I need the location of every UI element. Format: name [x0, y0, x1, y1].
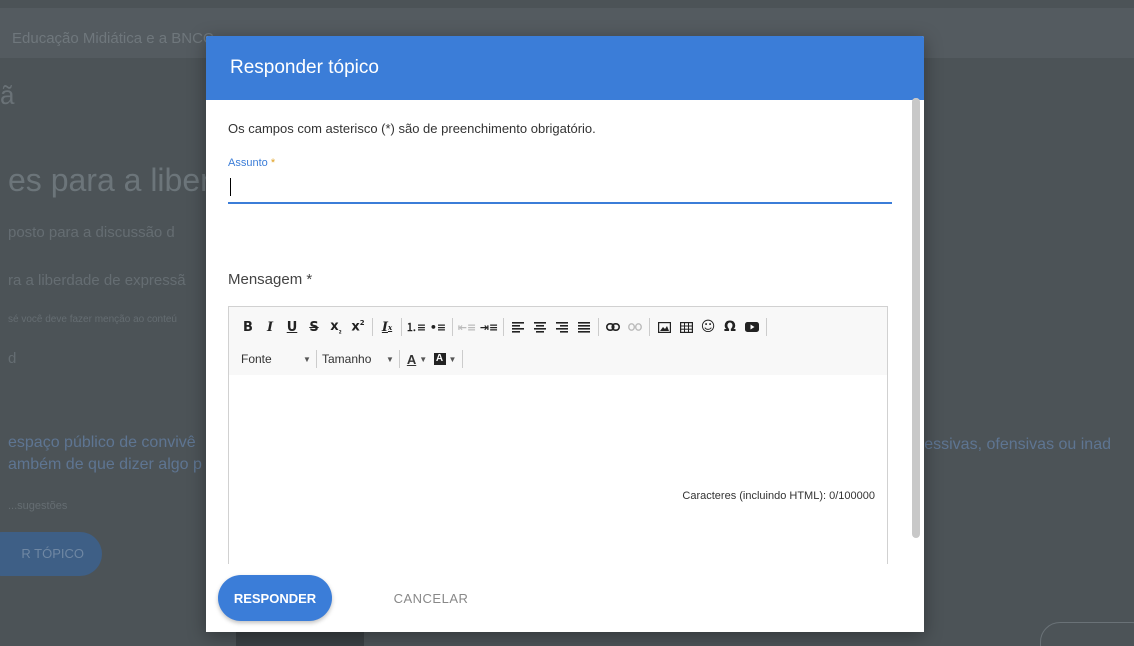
underline-icon[interactable]: U [281, 316, 303, 338]
toolbar-row-formatting: B I U S x₂ x2 Ix ⒈≡ •≡ ⇤≡ ⇥≡ ☺ Ω [237, 315, 770, 339]
text-caret [230, 178, 231, 196]
subject-label: Assunto * [228, 157, 275, 169]
subject-input[interactable] [228, 172, 892, 204]
text-color-glyph: A [406, 351, 417, 367]
cancel-button[interactable]: CANCELAR [386, 575, 476, 621]
background-text-line: espaço público de convivê [8, 434, 196, 451]
chevron-down-icon: ▼ [386, 354, 394, 364]
toolbar-separator [401, 318, 402, 336]
background-right-text: gressivas, ofensivas ou inad [910, 436, 1111, 453]
background-text-line: ra a liberdade de expressã [8, 272, 186, 289]
chevron-down-icon: ▼ [303, 354, 311, 364]
modal-title: Responder tópico [230, 57, 379, 78]
editor-toolbar: B I U S x₂ x2 Ix ⒈≡ •≡ ⇤≡ ⇥≡ ☺ Ω Fonte ▼… [229, 307, 887, 376]
background-text-line: sé você deve fazer menção ao conteú [8, 314, 177, 325]
toolbar-separator [452, 318, 453, 336]
superscript-icon[interactable]: x2 [347, 316, 369, 338]
toolbar-separator [503, 318, 504, 336]
character-count: Caracteres (incluindo HTML): 0/100000 [682, 490, 875, 502]
background-text-line: ...sugestões [8, 500, 68, 512]
toolbar-separator [649, 318, 650, 336]
background-text-line: ambém de que dizer algo p [8, 456, 202, 473]
modal-header: Responder tópico [206, 36, 924, 100]
rich-text-editor: B I U S x₂ x2 Ix ⒈≡ •≡ ⇤≡ ⇥≡ ☺ Ω Fonte ▼… [228, 306, 888, 564]
modal-footer: RESPONDER CANCELAR [206, 564, 924, 632]
size-combo-label: Tamanho [322, 352, 372, 366]
align-left-icon[interactable] [507, 316, 529, 338]
background-color-glyph: A [433, 353, 446, 365]
justify-icon[interactable] [573, 316, 595, 338]
outdent-icon[interactable]: ⇤≡ [456, 316, 478, 338]
message-editor-area[interactable] [229, 375, 887, 564]
size-combo[interactable]: Tamanho ▼ [320, 348, 396, 370]
subscript-icon[interactable]: x₂ [325, 316, 347, 338]
image-icon[interactable] [653, 316, 675, 338]
align-right-icon[interactable] [551, 316, 573, 338]
smiley-icon[interactable]: ☺ [697, 316, 719, 338]
align-center-icon[interactable] [529, 316, 551, 338]
toolbar-separator [399, 350, 400, 368]
unlink-icon[interactable] [624, 316, 646, 338]
link-icon[interactable] [602, 316, 624, 338]
toolbar-row-styles: Fonte ▼ Tamanho ▼ A ▼ A ▼ [237, 347, 466, 371]
required-asterisk: * [270, 157, 276, 169]
toolbar-separator [316, 350, 317, 368]
strikethrough-icon[interactable]: S [303, 316, 325, 338]
background-text-line: posto para a discussão d [8, 224, 175, 241]
numbered-list-icon[interactable]: ⒈≡ [405, 316, 427, 338]
background-text-line: d [8, 350, 17, 367]
reply-button[interactable]: RESPONDER [218, 575, 332, 621]
italic-icon[interactable]: I [259, 316, 281, 338]
reply-topic-modal: Responder tópico Os campos com asterisco… [206, 36, 924, 632]
remove-format-icon[interactable]: Ix [376, 316, 398, 338]
table-icon[interactable] [675, 316, 697, 338]
chevron-down-icon: ▼ [448, 354, 457, 364]
subject-label-text: Assunto [228, 157, 268, 169]
scrollbar-thumb[interactable] [912, 98, 920, 538]
background-fragment: ã [0, 80, 15, 110]
special-char-icon[interactable]: Ω [719, 316, 741, 338]
background-color-icon[interactable]: A ▼ [431, 348, 459, 370]
modal-body: Os campos com asterisco (*) são de preen… [206, 100, 924, 564]
chevron-down-icon: ▼ [419, 354, 428, 364]
toolbar-separator [766, 318, 767, 336]
toolbar-separator [462, 350, 463, 368]
font-combo[interactable]: Fonte ▼ [237, 348, 313, 370]
modal-scrollbar[interactable] [912, 98, 920, 538]
text-color-icon[interactable]: A ▼ [403, 348, 431, 370]
message-label: Mensagem * [228, 271, 313, 288]
background-breadcrumb: Educação Midiática e a BNCC [12, 30, 214, 47]
toolbar-separator [372, 318, 373, 336]
background-pill-button [1040, 622, 1134, 646]
bold-icon[interactable]: B [237, 316, 259, 338]
video-icon[interactable] [741, 316, 763, 338]
indent-icon[interactable]: ⇥≡ [478, 316, 500, 338]
font-combo-label: Fonte [241, 352, 272, 366]
toolbar-separator [598, 318, 599, 336]
bulleted-list-icon[interactable]: •≡ [427, 316, 449, 338]
required-fields-note: Os campos com asterisco (*) são de preen… [228, 121, 596, 136]
background-new-topic-button: R TÓPICO [0, 532, 102, 576]
